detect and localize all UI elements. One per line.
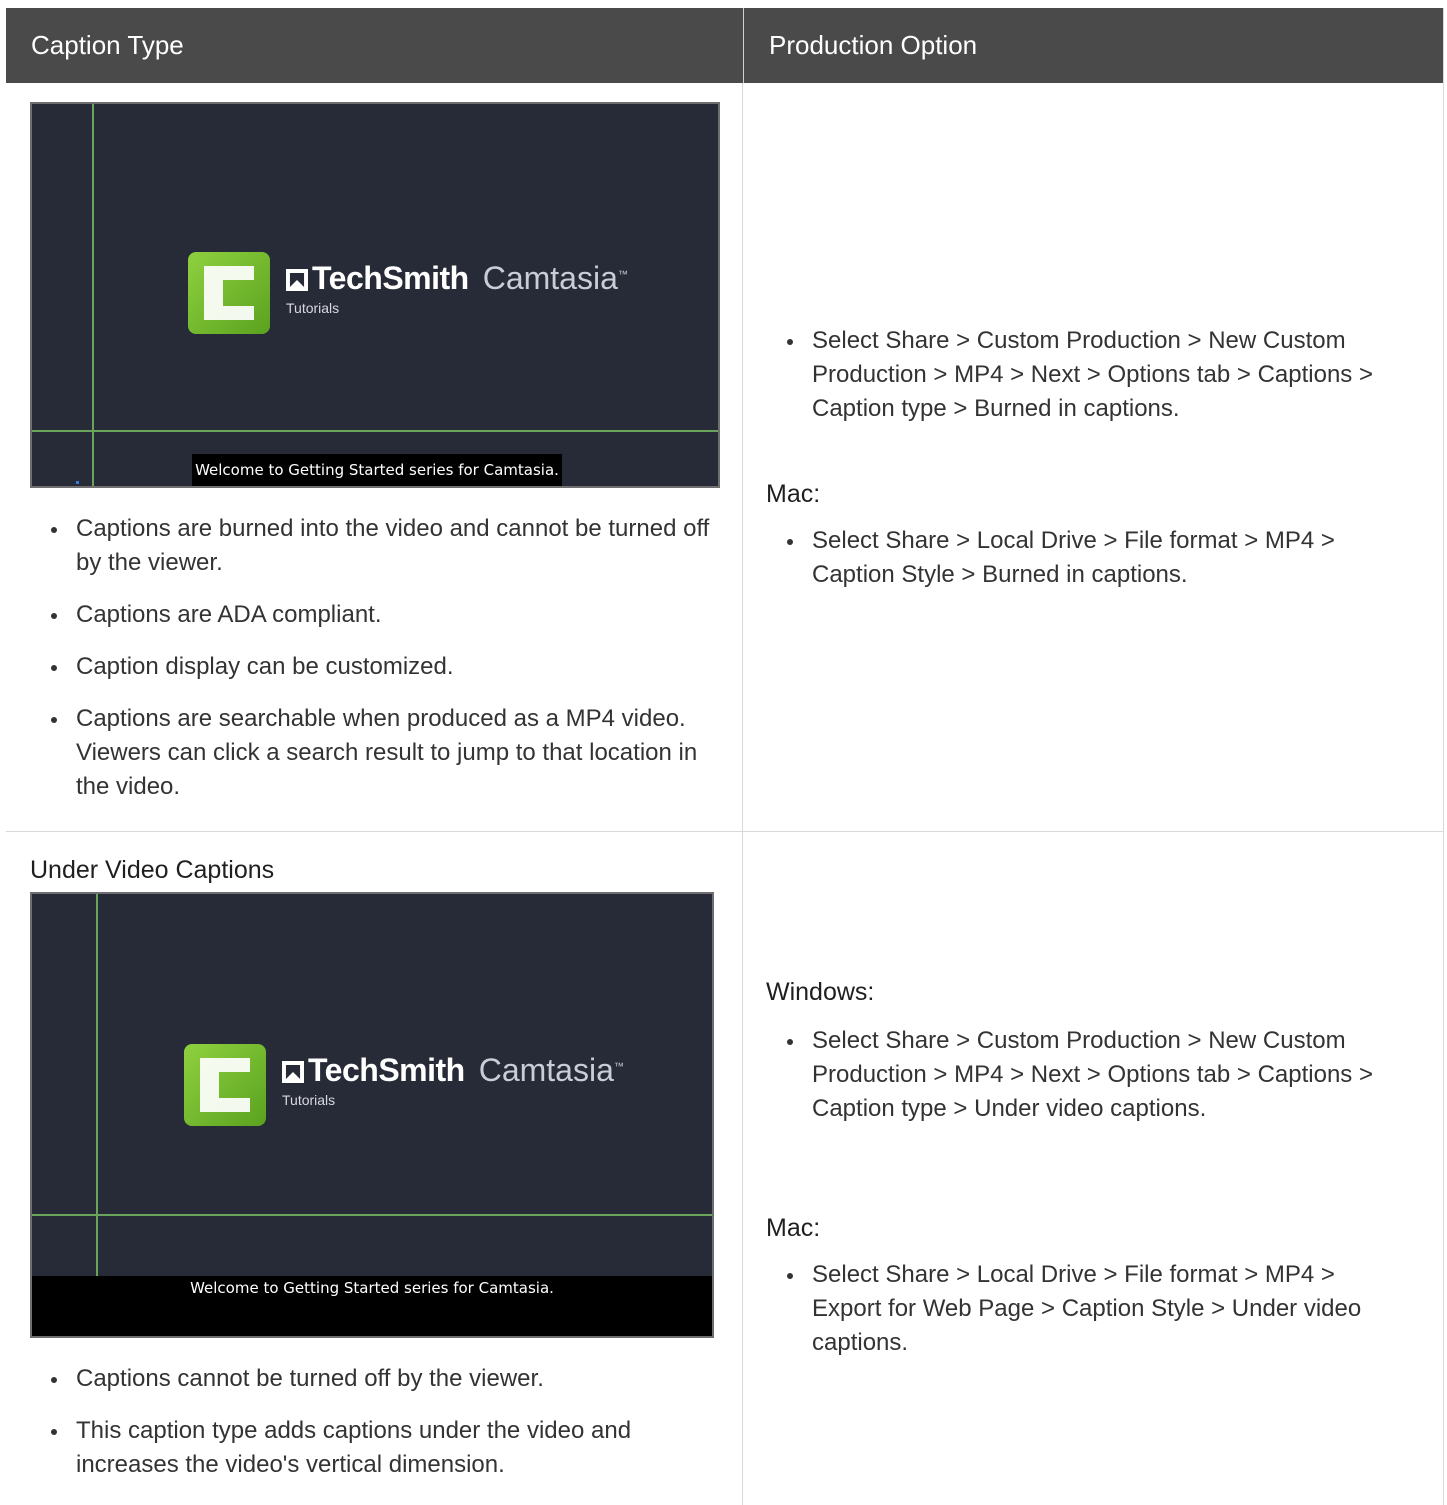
camtasia-logo-icon — [188, 252, 270, 334]
list-item: This caption type adds captions under th… — [6, 1414, 726, 1482]
tutorials-label: Tutorials — [286, 300, 340, 316]
caption-types-table: Caption Type Production Option TechSmith… — [6, 8, 1444, 1505]
burned-in-features-list: Captions are burned into the video and c… — [6, 512, 726, 822]
list-item: Select Share > Custom Production > New C… — [742, 1024, 1407, 1126]
burned-caption-text: Welcome to Getting Started series for Ca… — [192, 454, 562, 486]
list-item: Captions are burned into the video and c… — [6, 512, 726, 580]
playhead-marker — [76, 481, 79, 484]
list-item: Captions are ADA compliant. — [6, 598, 726, 632]
list-item: Select Share > Local Drive > File format… — [742, 524, 1407, 592]
tutorials-label: Tutorials — [282, 1092, 336, 1108]
mac-label: Mac: — [766, 480, 821, 508]
burned-in-windows-steps: Select Share > Custom Production > New C… — [742, 324, 1407, 444]
burned-in-mac-steps: Select Share > Local Drive > File format… — [742, 524, 1407, 610]
table-header: Caption Type Production Option — [6, 8, 1443, 83]
windows-label: Windows: — [766, 978, 875, 1006]
list-item: Captions cannot be turned off by the vie… — [6, 1362, 726, 1396]
under-video-captions-video-thumbnail: TechSmith Camtasia™ Tutorials Welcome to … — [30, 892, 714, 1338]
list-item: Captions are searchable when produced as… — [6, 702, 726, 804]
techsmith-camtasia-wordmark: TechSmith Camtasia™ — [286, 260, 628, 297]
list-item: Select Share > Custom Production > New C… — [742, 324, 1407, 426]
guide-line-vertical — [96, 894, 98, 1278]
mac-label: Mac: — [766, 1214, 821, 1242]
under-video-captions-title: Under Video Captions — [30, 856, 275, 884]
techsmith-logo-icon — [286, 269, 308, 291]
camtasia-logo-icon — [184, 1044, 266, 1126]
techsmith-logo-icon — [282, 1061, 304, 1083]
under-video-windows-steps: Select Share > Custom Production > New C… — [742, 1024, 1407, 1144]
row-divider — [6, 831, 1443, 832]
guide-line-horizontal — [32, 430, 718, 432]
list-item: Caption display can be customized. — [6, 650, 726, 684]
under-video-features-list: Captions cannot be turned off by the vie… — [6, 1362, 726, 1500]
column-header-caption-type: Caption Type — [31, 30, 184, 60]
under-video-mac-steps: Select Share > Local Drive > File format… — [742, 1258, 1407, 1378]
under-video-caption-bar: Welcome to Getting Started series for Ca… — [32, 1276, 712, 1336]
column-header-production-option: Production Option — [743, 8, 1443, 83]
techsmith-camtasia-wordmark: TechSmith Camtasia™ — [282, 1052, 624, 1089]
list-item: Select Share > Local Drive > File format… — [742, 1258, 1407, 1360]
guide-line-horizontal — [32, 1214, 712, 1216]
burned-in-captions-video-thumbnail: TechSmith Camtasia™ Tutorials Welcome to … — [30, 102, 720, 488]
